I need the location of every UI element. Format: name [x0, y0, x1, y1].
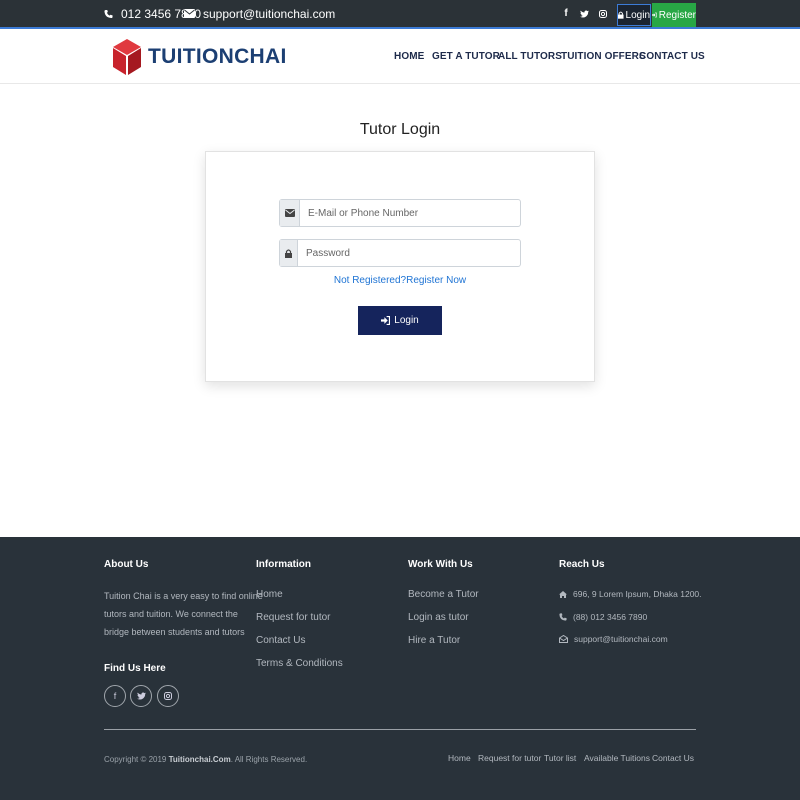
- sign-in-icon: [652, 12, 657, 18]
- register-link[interactable]: Not Registered?Register Now: [0, 275, 800, 286]
- bottom-link-contact-us[interactable]: Contact Us: [652, 753, 694, 763]
- topbar-email-text: support@tuitionchai.com: [203, 6, 336, 21]
- footer-phone[interactable]: (88) 012 3456 7890: [559, 612, 647, 622]
- lock-icon: [280, 240, 298, 266]
- nav-contact-us[interactable]: CONTACT US: [639, 51, 705, 62]
- instagram-icon[interactable]: [157, 685, 179, 707]
- footer-address-text: 696, 9 Lorem Ipsum, Dhaka 1200.: [573, 589, 702, 599]
- twitter-icon[interactable]: [130, 685, 152, 707]
- login-button[interactable]: Login: [358, 306, 442, 335]
- password-field: [279, 239, 521, 267]
- email-input[interactable]: [300, 200, 520, 226]
- copyright-brand[interactable]: Tuitionchai.Com: [169, 755, 231, 764]
- login-button-label: Login: [394, 315, 419, 326]
- nav-get-a-tutor[interactable]: GET A TUTOR: [432, 51, 500, 62]
- twitter-icon[interactable]: [577, 0, 591, 27]
- envelope-icon: [280, 200, 300, 226]
- nav-all-tutors[interactable]: ALL TUTORS: [498, 51, 562, 62]
- lock-icon: [618, 11, 624, 19]
- bottom-link-available-tuitions[interactable]: Available Tuitions: [584, 753, 650, 763]
- password-input[interactable]: [298, 240, 520, 266]
- nav-tuition-offers[interactable]: TUITION OFFERS: [561, 51, 646, 62]
- bottom-link-request-for-tutor[interactable]: Request for tutor: [478, 753, 541, 763]
- footer-link-contact-us[interactable]: Contact Us: [256, 635, 305, 646]
- phone-icon: [559, 613, 567, 621]
- brand-name: TUITIONCHAI: [148, 45, 287, 68]
- footer-information-title: Information: [256, 559, 311, 570]
- footer-address: 696, 9 Lorem Ipsum, Dhaka 1200.: [559, 589, 702, 599]
- email-field: [279, 199, 521, 227]
- copyright-suffix: . All Rights Reserved.: [230, 755, 308, 764]
- envelope-open-icon: [559, 635, 568, 643]
- site-header: TUITIONCHAI HOME GET A TUTOR ALL TUTORS …: [0, 31, 800, 84]
- footer-about-line-1: Tuition Chai is a very easy to find onli…: [104, 591, 263, 601]
- topbar-login-button[interactable]: Login: [617, 4, 651, 26]
- footer-link-login-as-tutor[interactable]: Login as tutor: [408, 612, 469, 623]
- bottom-link-home[interactable]: Home: [448, 753, 471, 763]
- page-title: Tutor Login: [359, 121, 441, 138]
- facebook-icon[interactable]: f: [559, 0, 573, 27]
- footer-phone-text: (88) 012 3456 7890: [573, 612, 648, 622]
- footer-find-us-title: Find Us Here: [104, 663, 166, 674]
- copyright: Copyright © 2019 Tuitionchai.Com. All Ri…: [104, 755, 307, 764]
- footer-link-home[interactable]: Home: [256, 589, 283, 600]
- footer-email[interactable]: support@tuitionchai.com: [559, 634, 668, 644]
- bottom-link-tutor-list[interactable]: Tutor list: [544, 753, 576, 763]
- footer-link-hire-a-tutor[interactable]: Hire a Tutor: [408, 635, 460, 646]
- facebook-icon[interactable]: f: [104, 685, 126, 707]
- nav-home[interactable]: HOME: [394, 51, 424, 62]
- copyright-prefix: Copyright © 2019: [104, 755, 167, 764]
- footer-work-title: Work With Us: [408, 559, 473, 570]
- envelope-icon: [184, 9, 195, 18]
- footer-about-title: About Us: [104, 559, 149, 570]
- cube-logo-icon: [113, 39, 141, 75]
- footer-email-text: support@tuitionchai.com: [574, 634, 668, 644]
- home-icon: [559, 590, 567, 598]
- topbar-register-button[interactable]: Register: [652, 3, 696, 27]
- topbar-email[interactable]: support@tuitionchai.com: [184, 0, 335, 27]
- sign-in-icon: [381, 316, 391, 325]
- footer-divider: [104, 729, 696, 730]
- instagram-icon[interactable]: [596, 0, 610, 27]
- footer-about-line-2: tutors and tuition. We connect the: [104, 609, 238, 619]
- topbar-login-label: Login: [625, 9, 650, 21]
- footer-link-become-a-tutor[interactable]: Become a Tutor: [408, 589, 479, 600]
- footer-about-line-3: bridge between students and tutors: [104, 627, 245, 637]
- brand-logo[interactable]: TUITIONCHAI: [112, 37, 287, 77]
- phone-icon: [104, 9, 113, 18]
- footer-link-terms[interactable]: Terms & Conditions: [256, 658, 343, 669]
- footer-link-request-for-tutor[interactable]: Request for tutor: [256, 612, 330, 623]
- top-bar: 012 3456 7890 support@tuitionchai.com f …: [0, 0, 800, 29]
- topbar-register-label: Register: [658, 9, 696, 21]
- footer-reach-title: Reach Us: [559, 559, 605, 570]
